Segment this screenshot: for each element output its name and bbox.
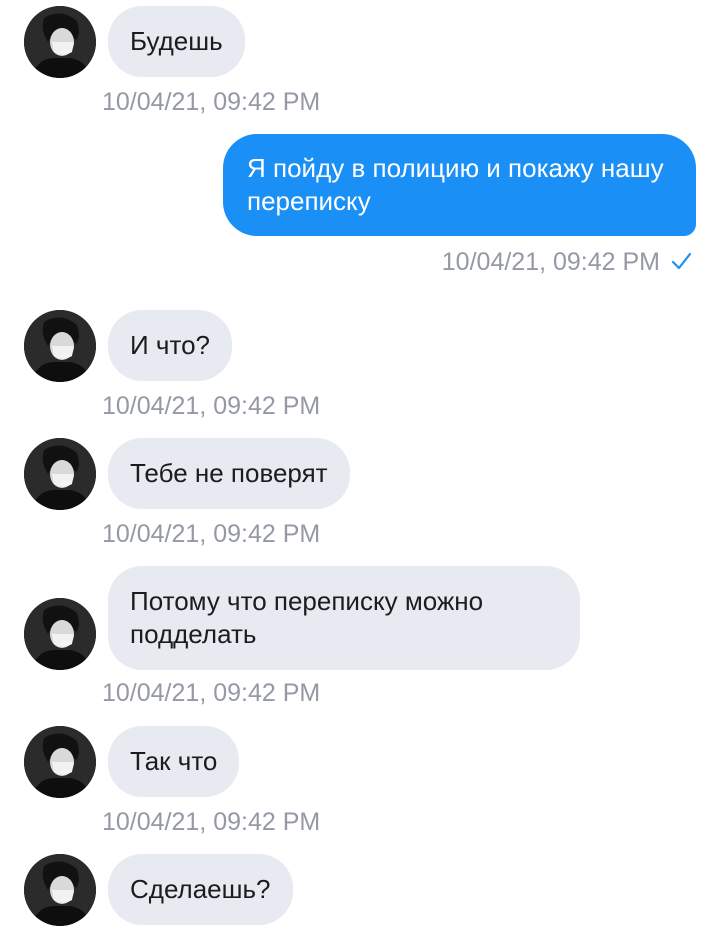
message-bubble[interactable]: Тебе не поверят <box>108 438 350 509</box>
user-avatar[interactable] <box>24 854 96 926</box>
read-check-icon <box>671 252 692 270</box>
message-timestamp: 10/04/21, 09:42 PM <box>102 679 321 707</box>
message-bubble[interactable]: Так что <box>108 726 240 797</box>
message-timestamp: 10/04/21, 09:42 PM <box>102 392 321 420</box>
message-timestamp: 10/04/21, 09:42 PM <box>102 808 321 836</box>
message-bubble[interactable]: И что? <box>108 310 232 381</box>
user-avatar[interactable] <box>24 438 96 510</box>
message-bubble[interactable]: Сделаешь? <box>108 854 293 925</box>
message-timestamp: 10/04/21, 09:42 PM <box>102 520 321 548</box>
user-avatar[interactable] <box>24 598 96 670</box>
message-bubble[interactable]: Будешь <box>108 6 245 77</box>
user-avatar[interactable] <box>24 6 96 78</box>
user-avatar[interactable] <box>24 310 96 382</box>
message-timestamp: 10/04/21, 09:42 PM <box>102 88 321 116</box>
user-avatar[interactable] <box>24 726 96 798</box>
message-timestamp: 10/04/21, 09:42 PM <box>441 248 660 276</box>
message-bubble[interactable]: Потому что переписку можно подделать <box>108 566 580 670</box>
message-bubble[interactable]: Я пойду в полицию и покажу нашу переписк… <box>223 134 696 236</box>
